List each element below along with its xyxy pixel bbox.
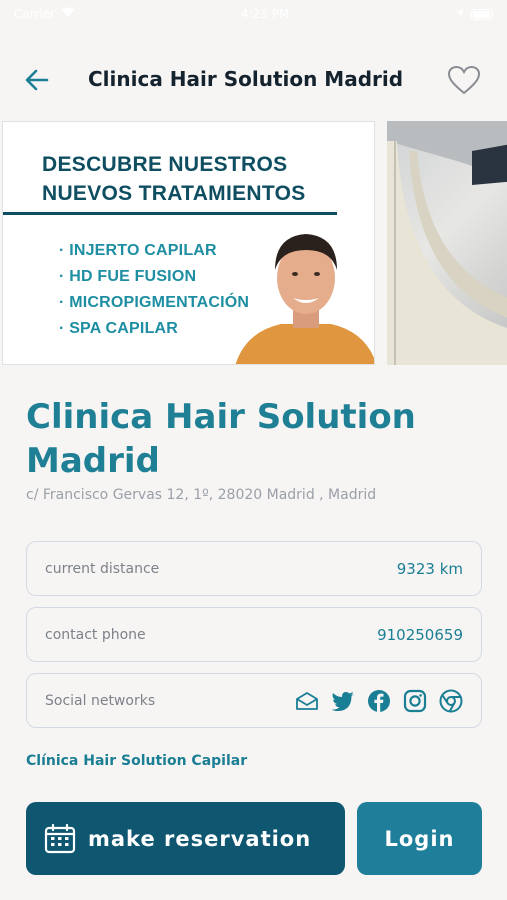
instagram-icon[interactable] <box>403 689 427 713</box>
promo-treatment-item: HD FUE FUSION <box>59 264 249 290</box>
status-bar: Carrier 4:23 PM <box>0 0 507 28</box>
social-networks-label: Social networks <box>45 692 156 709</box>
status-time: 4:23 PM <box>240 7 290 21</box>
promo-headline-line1: DESCUBRE NUESTROS <box>42 153 288 176</box>
promo-treatment-item: SPA CAPILAR <box>59 316 249 342</box>
promo-treatment-list: INJERTO CAPILAR HD FUE FUSION MICROPIGME… <box>59 238 249 342</box>
place-address: c/ Francisco Gervas 12, 1º, 28020 Madrid… <box>26 487 377 503</box>
login-button[interactable]: Login <box>357 802 482 875</box>
promo-image[interactable]: DESCUBRE NUESTROS NUEVOS TRATAMIENTOS IN… <box>2 121 375 365</box>
promo-treatment-item: INJERTO CAPILAR <box>59 238 249 264</box>
twitter-icon[interactable] <box>331 689 355 713</box>
phone-value[interactable]: 910250659 <box>377 626 463 644</box>
make-reservation-button[interactable]: make reservation <box>26 802 345 875</box>
promo-person-photo <box>235 234 374 364</box>
battery-icon <box>471 8 493 20</box>
header-title: Clinica Hair Solution Madrid <box>88 67 404 91</box>
status-right <box>455 7 493 21</box>
make-reservation-label: make reservation <box>88 826 312 851</box>
header: Clinica Hair Solution Madrid <box>0 55 507 105</box>
promo-divider <box>3 212 337 215</box>
clinic-website-link[interactable]: Clínica Hair Solution Capilar <box>26 753 247 769</box>
wifi-icon <box>61 7 75 21</box>
email-icon[interactable] <box>295 689 319 713</box>
arrow-left-icon <box>25 69 49 91</box>
facebook-icon[interactable] <box>367 689 391 713</box>
distance-value: 9323 km <box>396 559 463 578</box>
login-label: Login <box>384 826 455 851</box>
heart-outline-icon <box>447 65 481 95</box>
promo-headline-line2: NUEVOS TRATAMIENTOS <box>42 182 306 205</box>
clinic-interior-photo[interactable] <box>387 121 507 365</box>
phone-label: contact phone <box>45 626 146 643</box>
image-gallery[interactable]: DESCUBRE NUESTROS NUEVOS TRATAMIENTOS IN… <box>0 121 507 365</box>
phone-card[interactable]: contact phone 910250659 <box>26 607 482 662</box>
favorite-button[interactable] <box>446 64 482 96</box>
social-networks-card: Social networks <box>26 673 482 728</box>
promo-treatment-item: MICROPIGMENTACIÓN <box>59 290 249 316</box>
back-button[interactable] <box>22 67 52 93</box>
distance-label: current distance <box>45 560 160 577</box>
chrome-icon[interactable] <box>439 689 463 713</box>
promo-headline: DESCUBRE NUESTROS NUEVOS TRATAMIENTOS <box>42 150 362 208</box>
place-title: Clinica Hair Solution Madrid <box>26 397 416 481</box>
location-icon <box>455 7 465 21</box>
carrier-label: Carrier <box>14 7 56 21</box>
calendar-icon <box>44 823 76 853</box>
distance-card: current distance 9323 km <box>26 541 482 596</box>
status-left: Carrier <box>14 7 75 21</box>
social-icons <box>295 689 463 713</box>
clinic-interior-illustration <box>387 121 507 365</box>
